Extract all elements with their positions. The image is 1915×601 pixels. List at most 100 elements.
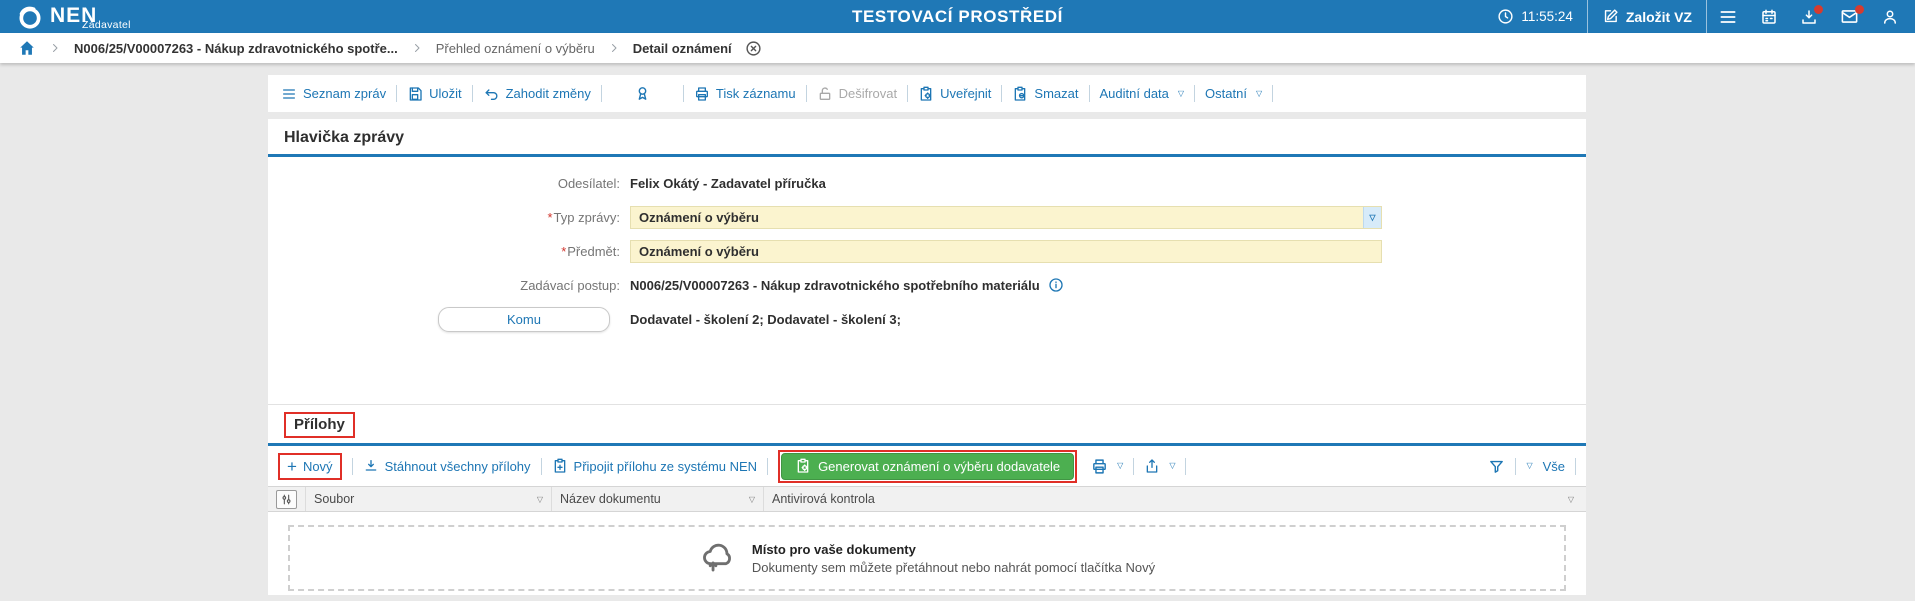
divider <box>1185 457 1187 475</box>
divider <box>396 85 398 102</box>
chevron-right-icon <box>49 42 61 54</box>
divider <box>540 457 542 475</box>
desifrovat-label: Dešifrovat <box>838 86 898 101</box>
pripojit-nen-button[interactable]: Připojit přílohu ze systému NEN <box>552 458 757 474</box>
auditni-data-dropdown[interactable]: Auditní data ▽ <box>1100 86 1185 101</box>
breadcrumb-item-detail[interactable]: Detail oznámení <box>633 41 732 56</box>
column-filter-icon[interactable]: ▽ <box>743 495 755 504</box>
undo-icon <box>485 88 498 100</box>
downloads-button[interactable] <box>1789 0 1829 33</box>
message-detail-panel: Hlavička zprávy Odesílatel: Felix Okátý … <box>268 119 1586 595</box>
column-header-soubor[interactable]: Soubor ▽ <box>306 487 552 511</box>
novy-label: Nový <box>302 458 333 474</box>
hamburger-menu-icon <box>1720 10 1736 23</box>
messages-button[interactable] <box>1829 0 1870 33</box>
print-attachments-dropdown[interactable]: ▽ <box>1091 458 1123 475</box>
seznam-zprav-button[interactable]: Seznam zpráv <box>281 86 386 102</box>
required-marker: * <box>561 243 567 259</box>
export-share-icon <box>1146 459 1158 473</box>
form-row-predmet: *Předmět: Oznámení o výběru <box>268 239 1586 263</box>
typ-zpravy-select[interactable]: Oznámení o výběru ▽ <box>630 205 1382 229</box>
cloud-upload-icon <box>702 543 731 572</box>
zadavaci-postup-label: Zadávací postup: <box>520 277 620 293</box>
attachments-right-tools: ▽ Vše <box>1488 457 1578 475</box>
filter-funnel-icon <box>1490 460 1504 473</box>
filter-button[interactable] <box>1488 458 1505 475</box>
messages-notification-badge <box>1855 5 1864 14</box>
zahodit-zmeny-label: Zahodit změny <box>505 86 591 101</box>
clipboard-gear-icon <box>797 458 809 473</box>
divider <box>767 457 769 475</box>
komu-button[interactable]: Komu <box>438 307 610 332</box>
user-profile-button[interactable] <box>1870 0 1915 33</box>
tisk-zaznamu-button[interactable]: Tisk záznamu <box>694 86 796 102</box>
breadcrumb-item-overview[interactable]: Přehled oznámení o výběru <box>436 41 595 56</box>
predmet-label: *Předmět: <box>561 243 620 259</box>
ostatni-label: Ostatní <box>1205 86 1247 101</box>
stahnout-vsechny-label: Stáhnout všechny přílohy <box>384 458 531 474</box>
edit-icon <box>1604 9 1618 23</box>
export-dropdown[interactable]: ▽ <box>1144 458 1175 474</box>
column-settings-cell[interactable] <box>268 487 306 511</box>
section-title-hlavicka: Hlavička zprávy <box>284 129 405 146</box>
column-filter-icon[interactable]: ▽ <box>531 495 543 504</box>
download-icon <box>365 460 376 471</box>
column-header-antivirova-kontrola[interactable]: Antivirová kontrola ▽ <box>764 487 1586 511</box>
save-icon <box>409 86 422 101</box>
chevron-right-icon <box>608 42 620 54</box>
printer-icon <box>695 86 708 101</box>
zalozit-vz-button[interactable]: Založit VZ <box>1588 0 1706 33</box>
printer-icon <box>1093 458 1107 474</box>
ostatni-dropdown[interactable]: Ostatní ▽ <box>1205 86 1262 101</box>
message-header-form: Odesílatel: Felix Okátý - Zadavatel přír… <box>268 157 1586 332</box>
odesilatel-value: Felix Okátý - Zadavatel příručka <box>630 175 826 191</box>
top-bar: NEN Zadavatel TESTOVACÍ PROSTŘEDÍ 11:55:… <box>0 0 1915 33</box>
vse-label: Vše <box>1542 458 1565 474</box>
dropdown-triangle-icon: ▽ <box>1117 461 1124 470</box>
divider <box>907 85 909 102</box>
list-icon <box>283 88 295 99</box>
calendar-button[interactable] <box>1749 0 1789 33</box>
zahodit-zmeny-button[interactable]: Zahodit změny <box>483 86 591 102</box>
divider <box>1575 457 1576 475</box>
generovat-oznameni-button[interactable]: Generovat oznámení o výběru dodavatele <box>781 452 1075 480</box>
attachments-toolbar: + Nový Stáhnout všechny přílohy Připojit… <box>268 446 1586 486</box>
environment-title: TESTOVACÍ PROSTŘEDÍ <box>851 6 1064 26</box>
column-header-nazev-dokumentu[interactable]: Název dokumentu ▽ <box>552 487 764 511</box>
typ-zpravy-value: Oznámení o výběru <box>639 209 759 225</box>
dropdown-triangle-icon: ▽ <box>1526 461 1533 470</box>
komu-value: Dodavatel - školení 2; Dodavatel - škole… <box>630 312 901 327</box>
uverejnit-button[interactable]: Uveřejnit <box>918 86 991 102</box>
dropdown-triangle-icon: ▽ <box>1369 212 1376 222</box>
breadcrumb-item-procedure[interactable]: N006/25/V00007263 - Nákup zdravotnického… <box>74 41 398 56</box>
signature-seal-button[interactable] <box>612 85 673 102</box>
stahnout-vsechny-button[interactable]: Stáhnout všechny přílohy <box>363 458 531 474</box>
home-icon[interactable] <box>18 39 36 57</box>
novy-button[interactable]: + Nový <box>287 458 333 475</box>
info-icon[interactable] <box>1048 277 1064 293</box>
select-dropdown-button[interactable]: ▽ <box>1363 206 1381 228</box>
uverejnit-label: Uveřejnit <box>940 86 992 101</box>
user-icon <box>1884 10 1896 24</box>
ulozit-button[interactable]: Uložit <box>407 86 462 102</box>
column-filter-icon[interactable]: ▽ <box>1562 495 1574 504</box>
divider <box>1272 85 1274 102</box>
divider <box>1001 85 1003 102</box>
form-row-odesilatel: Odesílatel: Felix Okátý - Zadavatel přír… <box>268 171 1586 195</box>
odesilatel-label: Odesílatel: <box>557 175 620 191</box>
menu-button[interactable] <box>1707 0 1749 33</box>
divider <box>1515 457 1517 475</box>
documents-dropzone[interactable]: Místo pro vaše dokumenty Dokumenty sem m… <box>288 525 1566 591</box>
close-tab-icon[interactable] <box>745 40 762 57</box>
nen-logo[interactable]: NEN Zadavatel <box>0 0 131 33</box>
seznam-zprav-label: Seznam zpráv <box>303 86 387 101</box>
smazat-button[interactable]: Smazat <box>1012 86 1079 102</box>
predmet-value: Oznámení o výběru <box>639 243 759 259</box>
vse-dropdown[interactable]: ▽ Vše <box>1526 459 1565 474</box>
column-settings-icon-box[interactable] <box>276 489 297 509</box>
predmet-input[interactable]: Oznámení o výběru <box>630 239 1382 263</box>
clipboard-delete-icon <box>1015 86 1026 101</box>
message-toolbar: Seznam zpráv Uložit Zahodit změny Tisk z… <box>268 75 1586 112</box>
ulozit-label: Uložit <box>429 86 462 101</box>
dropdown-triangle-icon: ▽ <box>1169 461 1176 470</box>
